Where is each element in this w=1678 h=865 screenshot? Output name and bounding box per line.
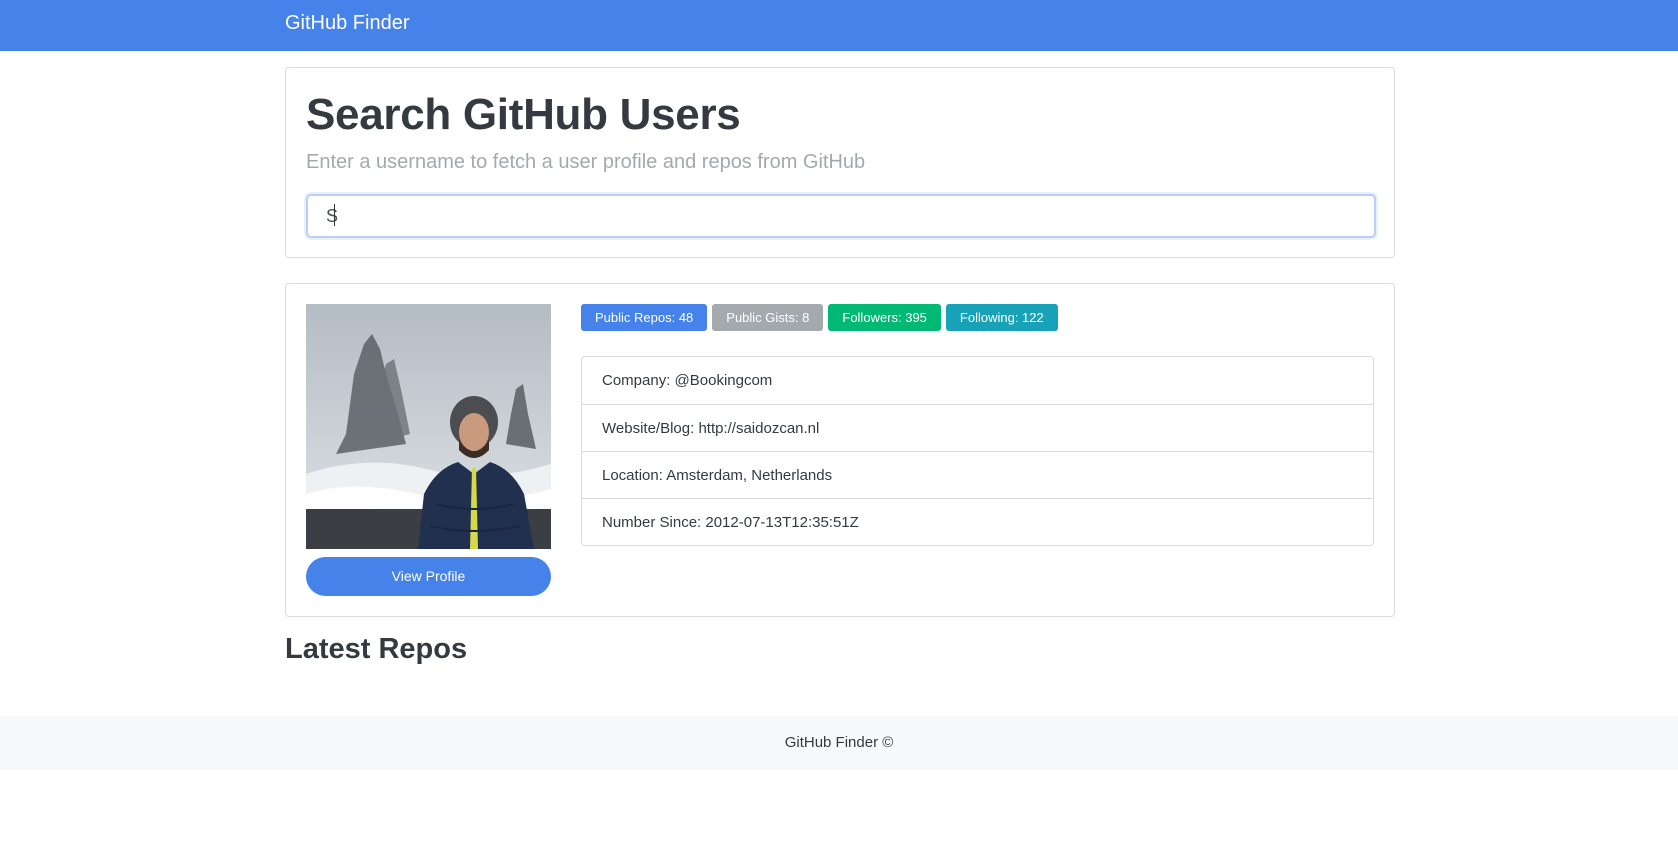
profile-card: View Profile Public Repos: 48 Public Gis… xyxy=(285,283,1395,617)
footer-text: GitHub Finder © xyxy=(784,734,894,751)
search-title: Search GitHub Users xyxy=(306,90,741,139)
search-lead: Enter a username to fetch a user profile… xyxy=(306,151,866,173)
footer: GitHub Finder © xyxy=(0,716,1678,770)
following-badge: Following: 122 xyxy=(945,304,1058,331)
text-caret xyxy=(334,204,335,226)
latest-repos-title: Latest Repos xyxy=(285,633,468,665)
website-item: Website/Blog: http://saidozcan.nl xyxy=(582,404,1373,451)
profile-info-list: Company: @Bookingcom Website/Blog: http:… xyxy=(581,356,1374,546)
avatar-image xyxy=(306,304,551,549)
location-item: Location: Amsterdam, Netherlands xyxy=(582,451,1373,498)
member-since-item: Number Since: 2012-07-13T12:35:51Z xyxy=(582,498,1373,545)
public-gists-badge: Public Gists: 8 xyxy=(712,304,824,331)
public-repos-badge: Public Repos: 48 xyxy=(581,304,708,331)
company-item: Company: @Bookingcom xyxy=(602,372,773,389)
search-input[interactable] xyxy=(306,194,1376,238)
navbar: GitHub Finder xyxy=(0,0,1678,51)
avatar xyxy=(306,304,551,549)
followers-badge: Followers: 395 xyxy=(828,304,941,331)
search-card: Search GitHub Users Enter a username to … xyxy=(285,67,1395,258)
view-profile-button[interactable]: View Profile xyxy=(306,557,551,596)
brand-title[interactable]: GitHub Finder xyxy=(285,12,410,35)
stats-badges: Public Repos: 48 Public Gists: 8 Followe… xyxy=(581,304,1058,331)
